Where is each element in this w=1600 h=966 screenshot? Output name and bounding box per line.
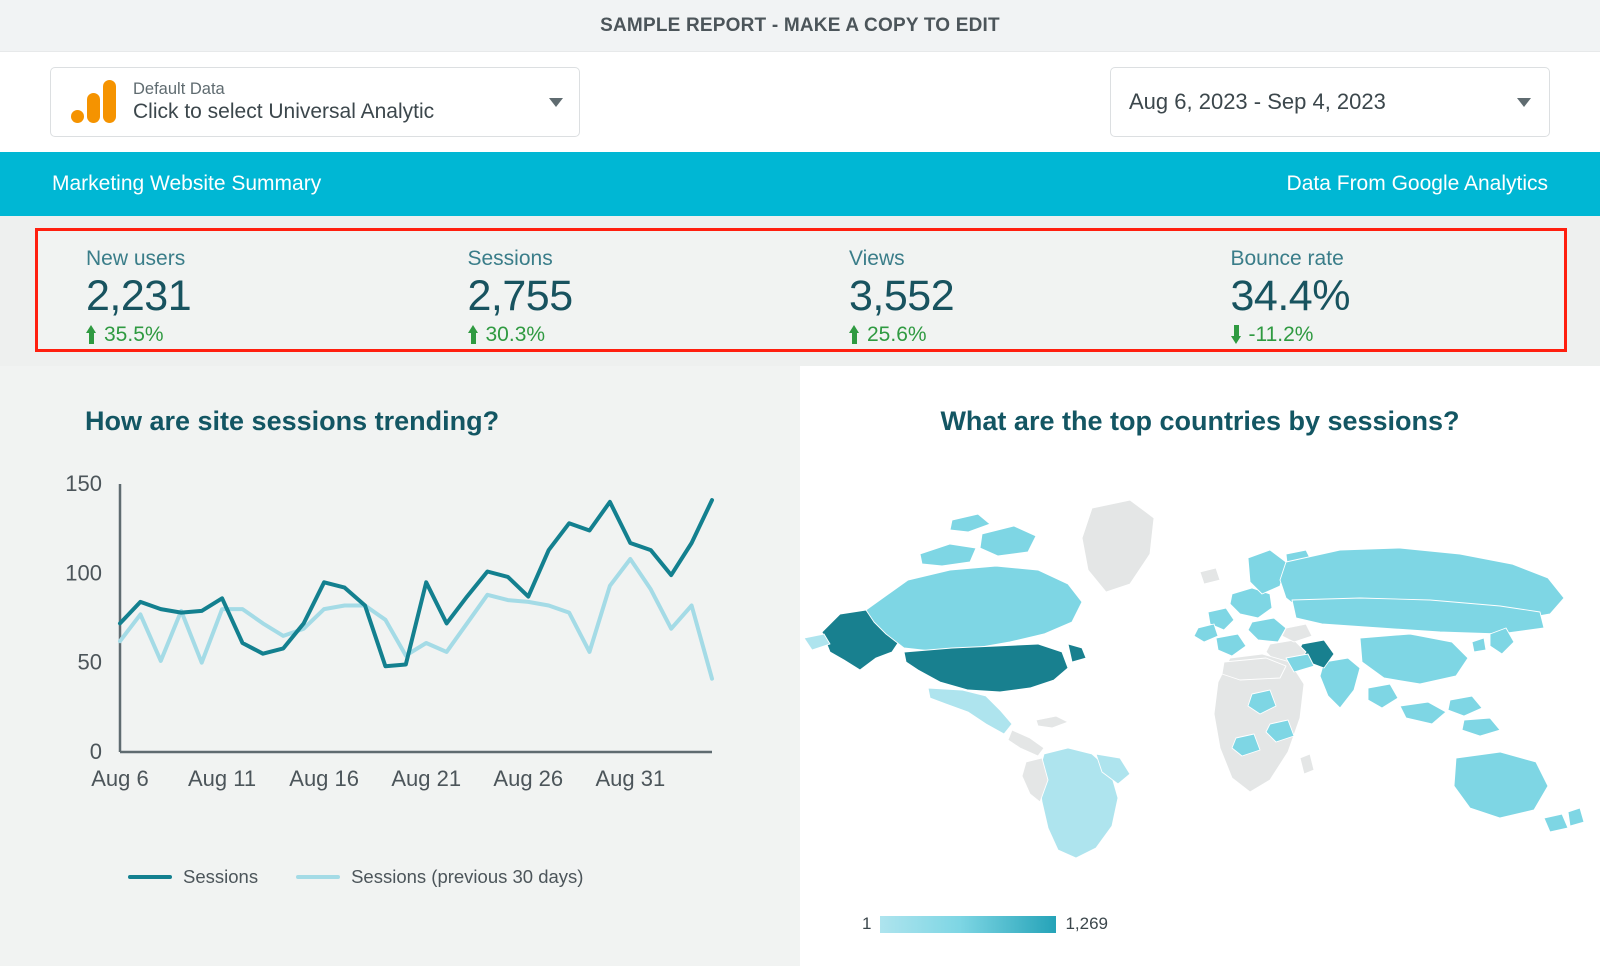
data-source-text: Default Data Click to select Universal A… <box>133 79 539 125</box>
legend-swatch <box>296 875 340 879</box>
map-gradient-bar <box>880 916 1056 933</box>
svg-text:Aug 11: Aug 11 <box>188 766 256 791</box>
kpi-card-views[interactable]: Views 3,552 25.6% <box>801 231 1183 349</box>
date-range-selector[interactable]: Aug 6, 2023 - Sep 4, 2023 <box>1110 67 1550 137</box>
kpi-delta: -11.2% <box>1231 323 1565 347</box>
section-banner: Marketing Website Summary Data From Goog… <box>0 152 1600 216</box>
kpi-card-sessions[interactable]: Sessions 2,755 30.3% <box>420 231 802 349</box>
banner-source-label: Data From Google Analytics <box>1287 172 1548 196</box>
svg-text:Aug 6: Aug 6 <box>91 766 149 791</box>
legend-label: Sessions <box>183 866 258 888</box>
map-legend-min: 1 <box>862 914 871 934</box>
svg-text:100: 100 <box>65 560 102 585</box>
date-range-value: Aug 6, 2023 - Sep 4, 2023 <box>1129 89 1507 115</box>
kpi-value: 2,231 <box>86 272 420 320</box>
kpi-card-new-users[interactable]: New users 2,231 35.5% <box>38 231 420 349</box>
kpi-section: New users 2,231 35.5% Sessions 2,755 30.… <box>0 216 1600 366</box>
kpi-delta-text: 35.5% <box>104 323 164 347</box>
legend-swatch <box>128 875 172 879</box>
map-color-legend: 1 1,269 <box>862 914 1108 934</box>
kpi-value: 3,552 <box>849 272 1183 320</box>
svg-text:0: 0 <box>90 739 102 764</box>
kpi-strip-selected[interactable]: New users 2,231 35.5% Sessions 2,755 30.… <box>35 228 1567 352</box>
kpi-value: 34.4% <box>1231 272 1565 320</box>
legend-item-sessions-previous[interactable]: Sessions (previous 30 days) <box>296 866 583 888</box>
svg-text:150: 150 <box>65 474 102 496</box>
arrow-up-icon <box>86 325 97 344</box>
control-row: Default Data Click to select Universal A… <box>0 52 1600 152</box>
legend-label: Sessions (previous 30 days) <box>351 866 583 888</box>
svg-text:Aug 16: Aug 16 <box>289 766 359 791</box>
legend-item-sessions[interactable]: Sessions <box>128 866 258 888</box>
kpi-delta: 35.5% <box>86 323 420 347</box>
sessions-trend-panel: How are site sessions trending? 0 50 100 15… <box>0 366 800 966</box>
kpi-delta: 30.3% <box>468 323 802 347</box>
svg-text:Aug 31: Aug 31 <box>595 766 665 791</box>
kpi-label: Views <box>849 247 1183 270</box>
svg-text:50: 50 <box>78 650 102 675</box>
data-source-selector[interactable]: Default Data Click to select Universal A… <box>50 67 580 137</box>
map-legend-max: 1,269 <box>1065 914 1108 934</box>
line-chart-svg: 0 50 100 150 Aug 6 Aug 11 Aug 16 Aug 21 Aug 26 Au… <box>0 474 800 864</box>
chart-legend: Sessions Sessions (previous 30 days) <box>128 866 583 888</box>
top-countries-title: What are the top countries by sessions? <box>800 406 1600 437</box>
kpi-delta: 25.6% <box>849 323 1183 347</box>
kpi-label: Bounce rate <box>1231 247 1565 270</box>
world-map-svg <box>800 462 1600 862</box>
geo-map[interactable] <box>800 462 1600 862</box>
kpi-label: New users <box>86 247 420 270</box>
svg-text:Aug 26: Aug 26 <box>493 766 563 791</box>
chevron-down-icon[interactable] <box>549 98 563 107</box>
google-analytics-logo-icon <box>69 79 115 125</box>
report-title: SAMPLE REPORT - MAKE A COPY TO EDIT <box>600 15 1000 37</box>
kpi-value: 2,755 <box>468 272 802 320</box>
sessions-line-chart[interactable]: 0 50 100 150 Aug 6 Aug 11 Aug 16 Aug 21 Aug 26 Au… <box>0 474 800 864</box>
kpi-label: Sessions <box>468 247 802 270</box>
data-source-label: Default Data <box>133 80 225 98</box>
arrow-down-icon <box>1231 325 1242 344</box>
kpi-delta-text: -11.2% <box>1249 323 1314 347</box>
chevron-down-icon[interactable] <box>1517 98 1531 107</box>
kpi-card-bounce-rate[interactable]: Bounce rate 34.4% -11.2% <box>1183 231 1565 349</box>
kpi-delta-text: 25.6% <box>867 323 927 347</box>
report-title-bar: SAMPLE REPORT - MAKE A COPY TO EDIT <box>0 0 1600 52</box>
dashboard-page: SAMPLE REPORT - MAKE A COPY TO EDIT Defa… <box>0 0 1600 966</box>
svg-text:Aug 21: Aug 21 <box>391 766 461 791</box>
banner-title: Marketing Website Summary <box>52 172 321 196</box>
content-area: How are site sessions trending? 0 50 100 15… <box>0 366 1600 966</box>
top-countries-panel: What are the top countries by sessions? … <box>800 366 1600 966</box>
arrow-up-icon <box>468 325 479 344</box>
kpi-delta-text: 30.3% <box>486 323 546 347</box>
arrow-up-icon <box>849 325 860 344</box>
data-source-value: Click to select Universal Analytic <box>133 99 539 125</box>
sessions-trend-title: How are site sessions trending? <box>85 406 499 437</box>
